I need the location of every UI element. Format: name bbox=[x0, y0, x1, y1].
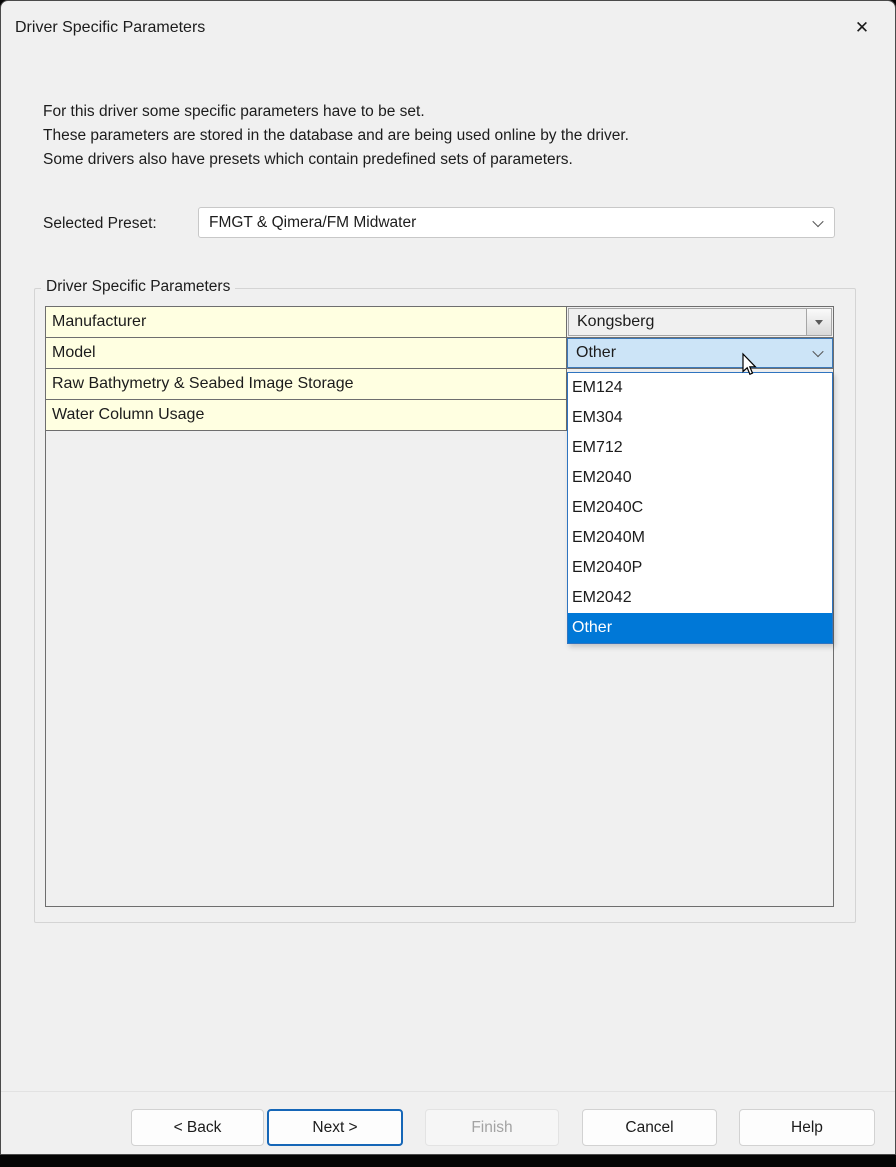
param-name-cell: Raw Bathymetry & Seabed Image Storage bbox=[46, 369, 567, 399]
dropdown-item-selected[interactable]: Other bbox=[568, 613, 832, 643]
manufacturer-combobox[interactable]: Kongsberg bbox=[568, 308, 832, 336]
dropdown-item[interactable]: EM2040M bbox=[568, 523, 832, 553]
dropdown-item[interactable]: EM304 bbox=[568, 403, 832, 433]
dialog-window: Driver Specific Parameters ✕ For this dr… bbox=[0, 0, 896, 1155]
param-value-cell: Other bbox=[567, 338, 833, 368]
intro-line: These parameters are stored in the datab… bbox=[43, 124, 629, 148]
dropdown-item[interactable]: EM124 bbox=[568, 373, 832, 403]
chevron-down-icon bbox=[812, 215, 823, 226]
chevron-down-icon bbox=[812, 346, 823, 357]
finish-button[interactable]: Finish bbox=[425, 1109, 559, 1146]
param-name-cell: Manufacturer bbox=[46, 307, 567, 337]
model-value: Other bbox=[576, 344, 616, 362]
dropdown-item[interactable]: EM2040 bbox=[568, 463, 832, 493]
back-button[interactable]: < Back bbox=[131, 1109, 264, 1146]
table-row: Model Other bbox=[46, 338, 833, 369]
title-bar: Driver Specific Parameters bbox=[1, 1, 895, 55]
close-button[interactable]: ✕ bbox=[841, 10, 883, 46]
dropdown-arrow-button[interactable] bbox=[806, 309, 831, 335]
group-title: Driver Specific Parameters bbox=[41, 278, 235, 296]
model-dropdown-list: EM124 EM304 EM712 EM2040 EM2040C EM2040M… bbox=[567, 372, 833, 644]
dropdown-item[interactable]: EM2040C bbox=[568, 493, 832, 523]
dropdown-arrow-icon bbox=[815, 320, 823, 325]
preset-value: FMGT & Qimera/FM Midwater bbox=[209, 214, 416, 232]
next-button[interactable]: Next > bbox=[267, 1109, 403, 1146]
window-title: Driver Specific Parameters bbox=[15, 19, 205, 37]
dropdown-item[interactable]: EM2040P bbox=[568, 553, 832, 583]
preset-combobox[interactable]: FMGT & Qimera/FM Midwater bbox=[198, 207, 835, 238]
close-icon: ✕ bbox=[855, 18, 869, 38]
table-row: Manufacturer Kongsberg bbox=[46, 307, 833, 338]
intro-line: For this driver some specific parameters… bbox=[43, 100, 629, 124]
dropdown-item[interactable]: EM2042 bbox=[568, 583, 832, 613]
intro-text: For this driver some specific parameters… bbox=[43, 100, 629, 172]
intro-line: Some drivers also have presets which con… bbox=[43, 148, 629, 172]
model-combobox[interactable]: Other bbox=[567, 338, 833, 368]
param-value-cell: Kongsberg bbox=[567, 307, 833, 337]
param-name-cell: Model bbox=[46, 338, 567, 368]
dropdown-item[interactable]: EM712 bbox=[568, 433, 832, 463]
preset-label: Selected Preset: bbox=[43, 215, 157, 233]
buttons-separator bbox=[1, 1091, 895, 1092]
cancel-button[interactable]: Cancel bbox=[582, 1109, 717, 1146]
help-button[interactable]: Help bbox=[739, 1109, 875, 1146]
param-name-cell: Water Column Usage bbox=[46, 400, 567, 430]
manufacturer-value: Kongsberg bbox=[577, 313, 654, 331]
